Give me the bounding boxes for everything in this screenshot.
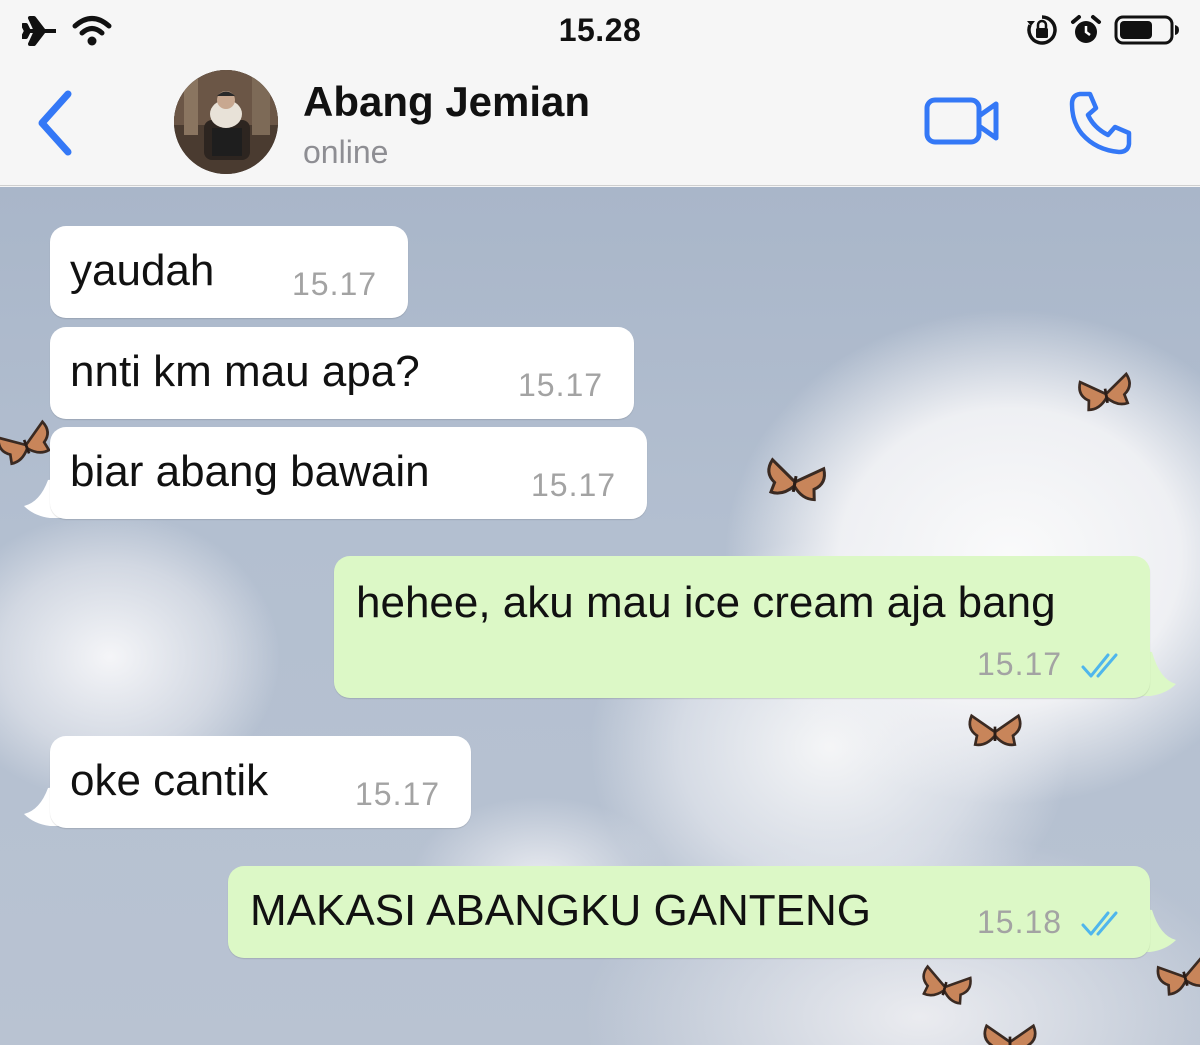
message-time: 15.17: [292, 266, 378, 302]
video-camera-icon: [924, 97, 999, 145]
message-text: nnti km mau apa?: [70, 347, 420, 396]
message-text: oke cantik: [70, 756, 269, 805]
butterfly-icon: [0, 419, 56, 468]
chevron-left-icon: [38, 90, 72, 156]
status-time: 15.28: [558, 12, 642, 48]
contact-avatar[interactable]: [174, 70, 278, 174]
alarm-icon: [1071, 15, 1101, 43]
message-incoming[interactable]: nnti km mau apa? 15.17: [50, 327, 634, 419]
message-outgoing[interactable]: hehee, aku mau ice cream aja bang 15.17: [334, 556, 1150, 698]
status-right-icons: [1026, 14, 1182, 46]
message-incoming[interactable]: yaudah 15.17: [50, 226, 408, 318]
contact-name[interactable]: Abang Jemian: [303, 78, 590, 126]
message-time: 15.17: [977, 646, 1063, 682]
voice-call-button[interactable]: [1066, 88, 1136, 158]
butterfly-icon: [1155, 953, 1200, 998]
message-time: 15.18: [977, 904, 1063, 940]
butterfly-icon: [983, 1024, 1037, 1045]
message-text: yaudah: [70, 246, 215, 295]
back-button[interactable]: [30, 88, 80, 158]
butterfly-icon: [917, 964, 974, 1007]
message-time: 15.17: [518, 367, 604, 403]
butterfly-icon: [1077, 372, 1135, 413]
phone-icon: [1069, 91, 1132, 155]
message-time: 15.17: [355, 776, 441, 812]
butterfly-icon: [968, 714, 1022, 747]
message-incoming[interactable]: biar abang bawain 15.17: [50, 427, 647, 519]
message-time: 15.17: [531, 467, 617, 503]
read-receipt-icon: [1081, 653, 1118, 678]
message-text: hehee, aku mau ice cream aja bang: [356, 578, 1056, 627]
butterfly-icon: [763, 457, 828, 503]
avatar-photo: [174, 70, 278, 174]
status-bar: 15.28: [0, 0, 1200, 62]
message-text: MAKASI ABANGKU GANTENG: [250, 886, 872, 935]
message-incoming[interactable]: oke cantik 15.17: [50, 736, 471, 828]
orientation-lock-icon: [1027, 15, 1057, 45]
message-outgoing[interactable]: MAKASI ABANGKU GANTENG 15.18: [228, 866, 1150, 958]
battery-icon: [1114, 15, 1179, 45]
video-call-button[interactable]: [922, 92, 1002, 152]
read-receipt-icon: [1081, 911, 1118, 936]
chat-header: Abang Jemian online: [0, 62, 1200, 186]
contact-status: online: [303, 134, 389, 170]
message-text: biar abang bawain: [70, 447, 430, 496]
